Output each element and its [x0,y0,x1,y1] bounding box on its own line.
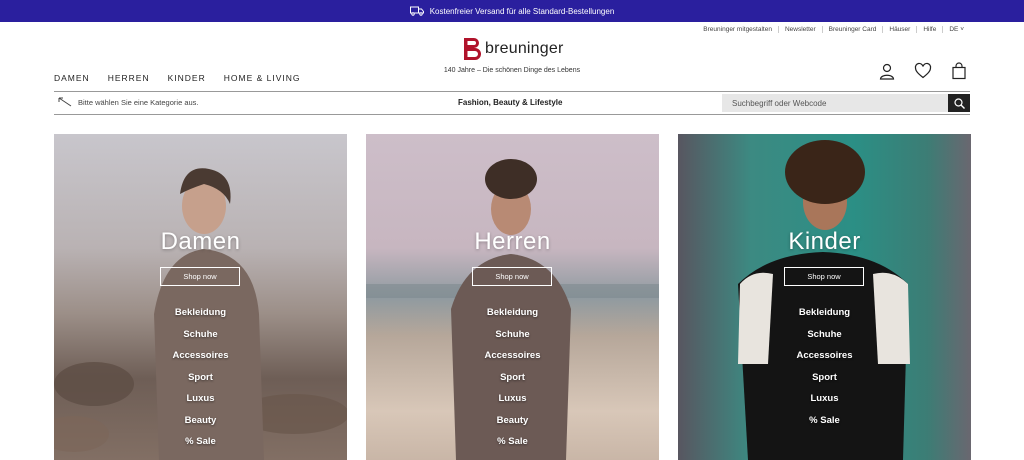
utility-link-card[interactable]: Breuninger Card [821,26,883,33]
card-title: Herren [474,228,551,255]
card-link[interactable]: Bekleidung [678,307,971,329]
shipping-text: Kostenfreier Versand für alle Standard-B… [429,6,615,16]
card-links: Bekleidung Schuhe Accessoires Sport Luxu… [678,307,971,436]
card-link[interactable]: Sport [678,372,971,394]
logo[interactable]: breuninger [464,38,564,60]
category-card-damen[interactable]: Damen Shop now Bekleidung Schuhe Accesso… [54,134,347,460]
shipping-banner: Kostenfreier Versand für alle Standard-B… [0,0,1024,22]
card-link[interactable]: Bekleidung [54,307,347,329]
wishlist-heart-icon[interactable] [914,62,932,80]
shopping-bag-icon[interactable] [950,62,968,80]
card-links: Bekleidung Schuhe Accessoires Sport Luxu… [54,307,347,458]
card-link[interactable]: % Sale [54,436,347,458]
card-link[interactable]: Accessoires [678,350,971,372]
card-link[interactable]: Sport [54,372,347,394]
category-card-herren[interactable]: Herren Shop now Bekleidung Schuhe Access… [366,134,659,460]
shop-now-button[interactable]: Shop now [472,267,552,286]
nav-item-herren[interactable]: HERREN [108,73,150,83]
language-selector[interactable]: DE ˅ [942,26,970,33]
card-link[interactable]: Luxus [366,393,659,415]
nav-item-kinder[interactable]: KINDER [168,73,206,83]
search-input[interactable] [722,94,948,112]
card-link[interactable]: Beauty [366,415,659,437]
card-link[interactable]: % Sale [678,415,971,437]
card-link[interactable]: % Sale [366,436,659,458]
category-title: Fashion, Beauty & Lifestyle [458,98,563,107]
card-link[interactable]: Schuhe [54,329,347,351]
card-link[interactable]: Luxus [54,393,347,415]
search-button[interactable] [948,94,970,112]
category-card-kinder[interactable]: Kinder Shop now Bekleidung Schuhe Access… [678,134,971,460]
utility-link-newsletter[interactable]: Newsletter [777,26,822,33]
header-icons [878,62,968,80]
card-link[interactable]: Beauty [54,415,347,437]
card-link[interactable]: Schuhe [678,329,971,351]
account-icon[interactable] [878,62,896,80]
search-box [722,94,970,112]
utility-nav: Breuninger mitgestalten Newsletter Breun… [697,26,970,33]
category-hint-text: Bitte wählen Sie eine Kategorie aus. [78,97,199,107]
category-bar: Bitte wählen Sie eine Kategorie aus. Fas… [54,91,970,115]
breuninger-logo-mark-icon [464,38,481,60]
card-title: Kinder [788,228,861,255]
main-nav: DAMEN HERREN KINDER HOME & LIVING [54,73,301,83]
card-link[interactable]: Accessoires [366,350,659,372]
truck-icon [409,6,424,16]
shop-now-button[interactable]: Shop now [784,267,864,286]
nav-item-home-living[interactable]: HOME & LIVING [224,73,301,83]
utility-link-mitgestalten[interactable]: Breuninger mitgestalten [697,26,778,33]
card-link[interactable]: Accessoires [54,350,347,372]
card-link[interactable]: Sport [366,372,659,394]
shop-now-button[interactable]: Shop now [160,267,240,286]
nav-item-damen[interactable]: DAMEN [54,73,90,83]
card-link[interactable]: Luxus [678,393,971,415]
category-hint: Bitte wählen Sie eine Kategorie aus. [58,97,199,107]
language-label: DE [949,26,959,33]
search-icon [953,97,965,109]
card-links: Bekleidung Schuhe Accessoires Sport Luxu… [366,307,659,458]
utility-link-hilfe[interactable]: Hilfe [916,26,942,33]
card-title: Damen [160,228,241,255]
card-link[interactable]: Schuhe [366,329,659,351]
chevron-down-icon: ˅ [960,26,964,33]
back-arrow-icon[interactable] [58,97,72,107]
card-link[interactable]: Bekleidung [366,307,659,329]
logo-wordmark: breuninger [485,40,564,57]
utility-link-haeuser[interactable]: Häuser [882,26,916,33]
